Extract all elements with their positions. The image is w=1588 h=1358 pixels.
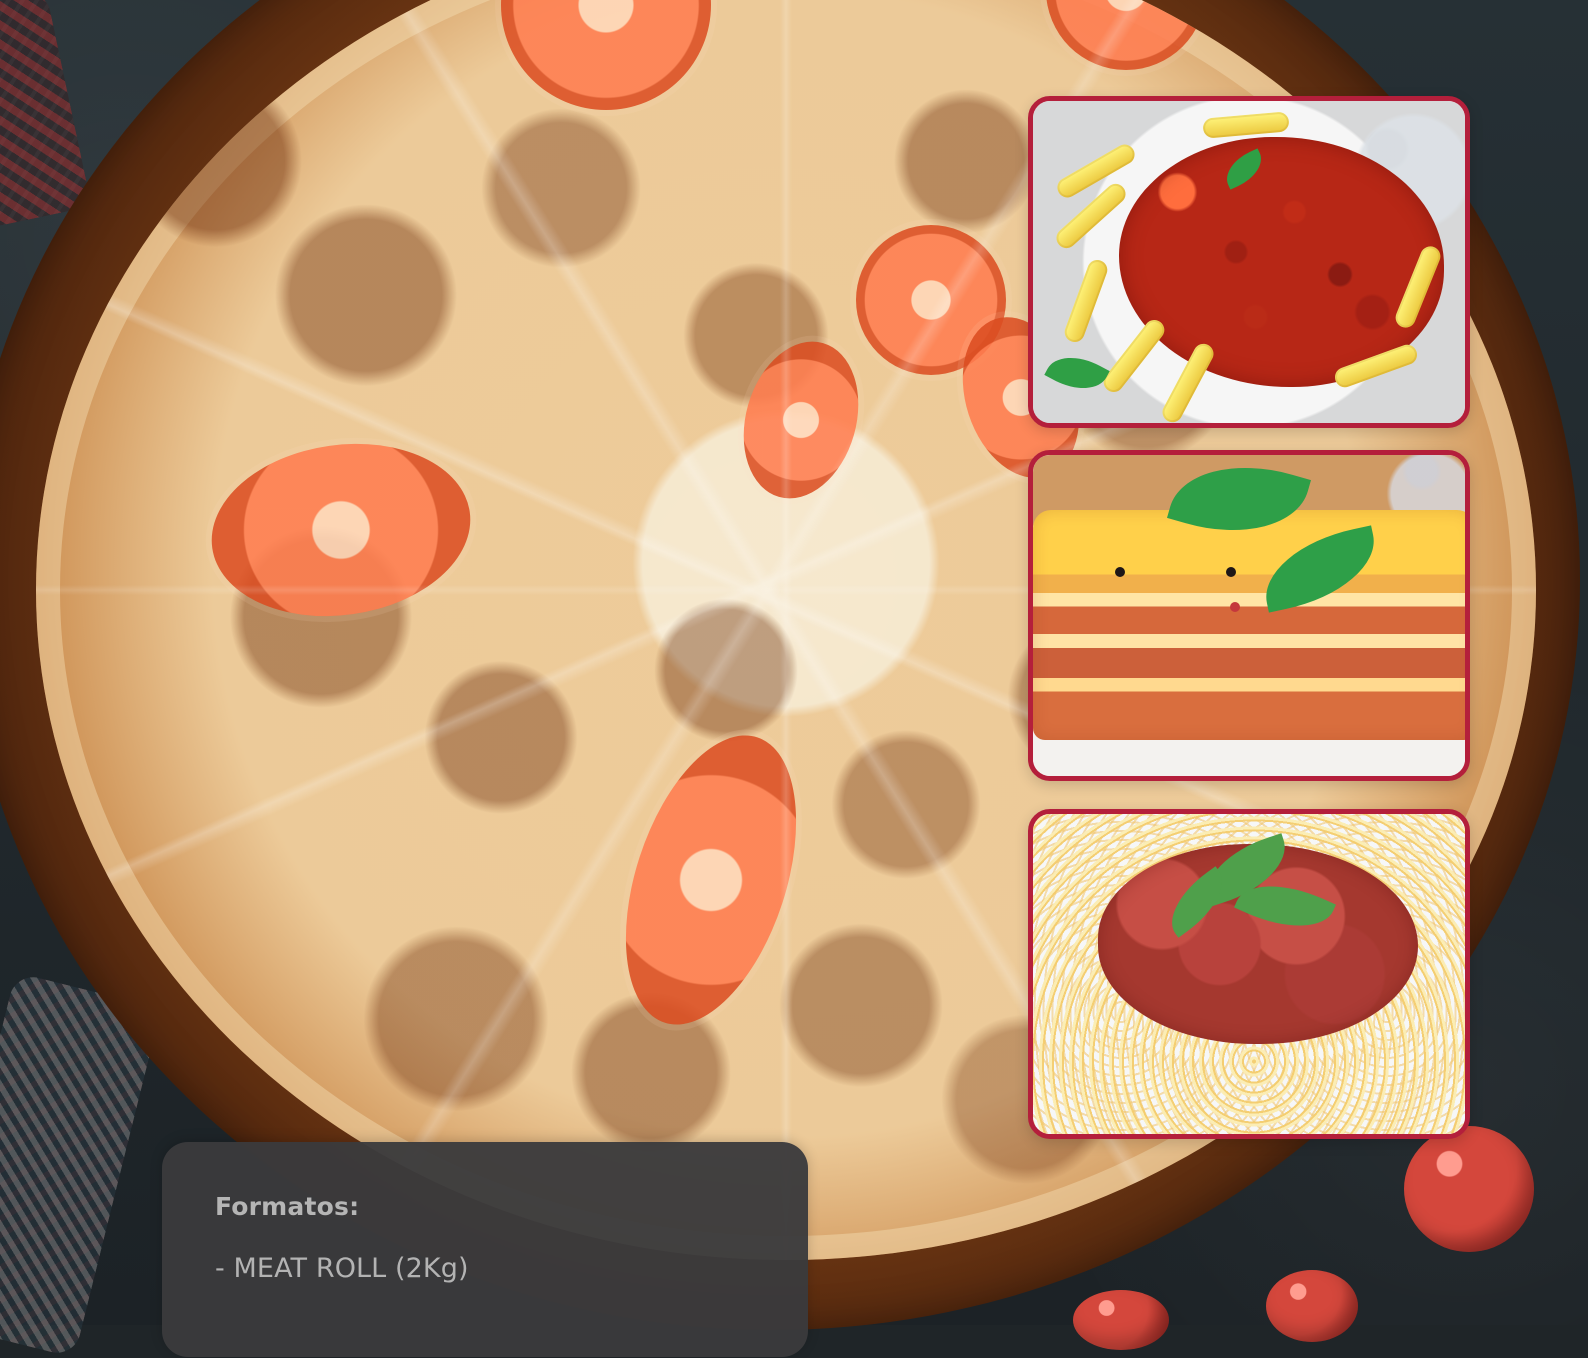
cherry-tomato — [1073, 1290, 1169, 1350]
tomato-slice — [200, 427, 482, 633]
cherry-tomato — [1266, 1270, 1358, 1342]
penne-piece — [1099, 315, 1169, 397]
basil-leaf — [1044, 344, 1110, 402]
tomato-slice — [1046, 0, 1206, 70]
photo-card-penne-bolognese — [1028, 96, 1470, 428]
tomato-slice — [856, 225, 1006, 375]
cherry-tomato — [1404, 1126, 1534, 1252]
lasagna-photo — [1033, 455, 1465, 776]
spaghetti-meatballs-photo — [1033, 814, 1465, 1134]
peppercorn — [1115, 567, 1125, 577]
tomato-slice — [501, 0, 711, 110]
lasagna-slice — [1033, 510, 1465, 740]
photo-card-lasagna — [1028, 450, 1470, 781]
penne-piece — [1202, 111, 1290, 139]
penne-piece — [1061, 257, 1111, 345]
tomato-slice — [726, 327, 876, 513]
formatos-title: Formatos: — [215, 1192, 360, 1221]
formatos-item: - MEAT ROLL (2Kg) — [215, 1253, 469, 1284]
peppercorn — [1230, 602, 1240, 612]
photo-card-spaghetti-meatballs — [1028, 809, 1470, 1139]
peppercorn — [1226, 567, 1236, 577]
tomato-slice — [593, 714, 829, 1046]
penne-bolognese-photo — [1033, 101, 1465, 423]
